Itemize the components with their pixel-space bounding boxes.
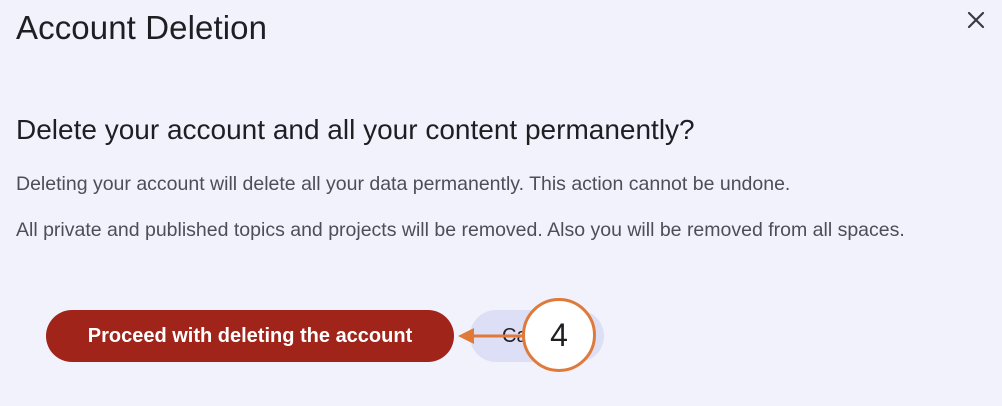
step-marker: 4 (522, 298, 596, 372)
account-deletion-dialog: Account Deletion Delete your account and… (0, 0, 1002, 406)
proceed-delete-button[interactable]: Proceed with deleting the account (46, 310, 454, 362)
close-icon (967, 11, 985, 29)
dialog-title: Account Deletion (16, 9, 268, 46)
warning-text: Deleting your account will delete all yo… (16, 173, 791, 195)
removal-info-text: All private and published topics and pro… (16, 219, 905, 241)
close-button[interactable] (960, 4, 992, 36)
annotation-arrow (458, 328, 524, 344)
confirmation-heading: Delete your account and all your content… (16, 114, 695, 145)
